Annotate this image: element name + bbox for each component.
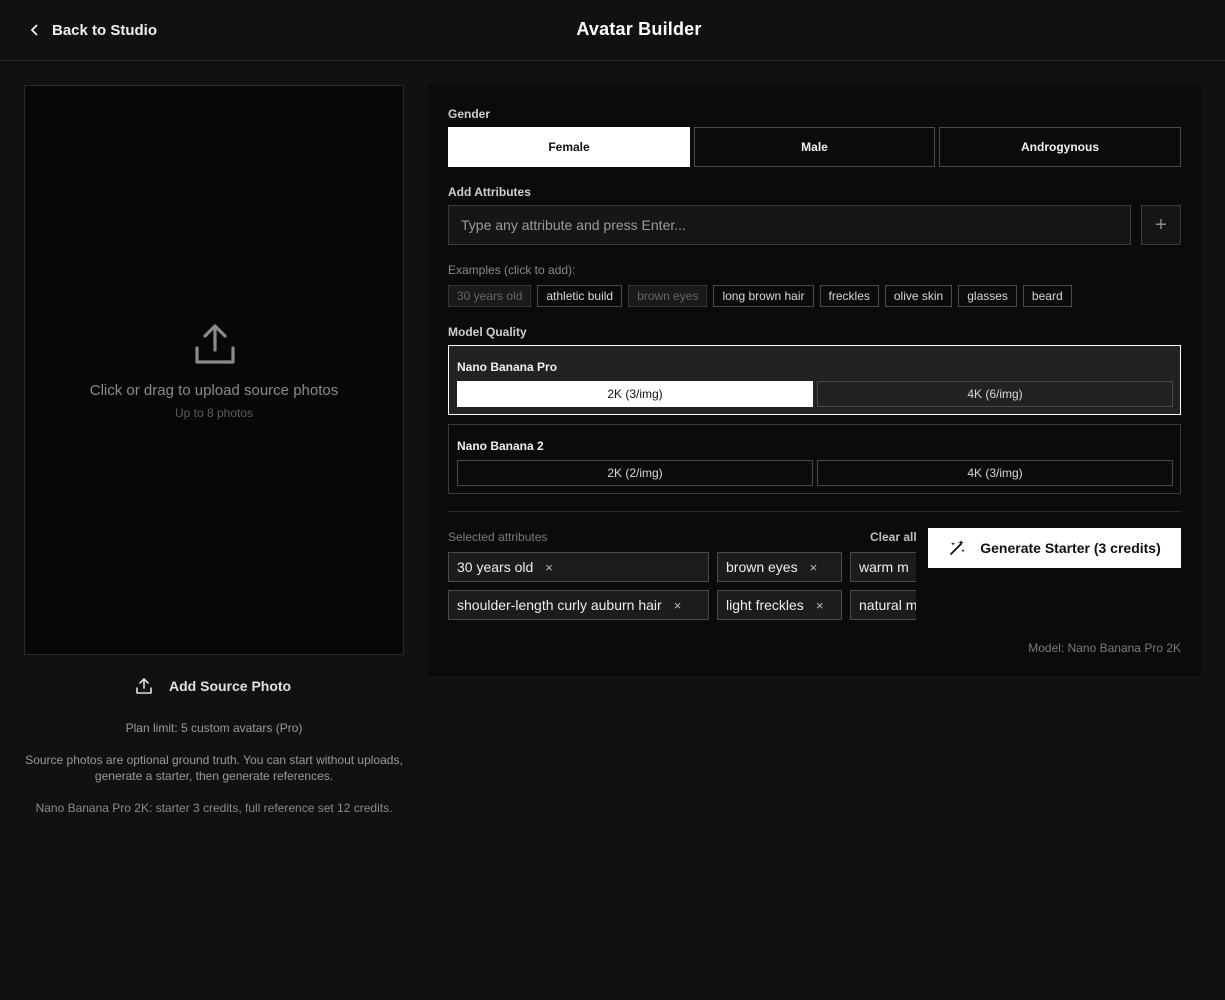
gender-option-androgynous[interactable]: Androgynous xyxy=(939,127,1181,167)
builder-panel: Gender Female Male Androgynous Add Attri… xyxy=(428,85,1201,676)
generate-label: Generate Starter (3 credits) xyxy=(980,540,1161,556)
example-chips: 30 years old athletic build brown eyes l… xyxy=(448,285,1072,307)
selected-attribute-tag: shoulder-length curly auburn hair × xyxy=(448,590,709,620)
gender-option-male[interactable]: Male xyxy=(694,127,935,167)
cost-note-text: Nano Banana Pro 2K: starter 3 credits, f… xyxy=(35,801,393,815)
gender-option-female[interactable]: Female xyxy=(448,127,690,167)
examples-label: Examples (click to add): xyxy=(448,263,576,277)
quality-option-2k[interactable]: 2K (3/img) xyxy=(457,381,813,407)
page-title: Avatar Builder xyxy=(576,19,702,39)
model-card-nano-banana-2[interactable]: Nano Banana 2 2K (2/img) 4K (3/img) xyxy=(448,424,1181,494)
gender-label: Gender xyxy=(448,107,491,121)
remove-tag-icon[interactable]: × xyxy=(810,560,818,575)
selected-attribute-tag: 30 years old × xyxy=(448,552,709,582)
add-source-photo-button[interactable]: Add Source Photo xyxy=(135,675,291,697)
model-name: Nano Banana 2 xyxy=(457,439,544,453)
plan-limit-text: Plan limit: 5 custom avatars (Pro) xyxy=(125,721,303,735)
upload-icon xyxy=(195,324,235,364)
tag-label: shoulder-length curly auburn hair xyxy=(457,597,662,613)
dropzone-title: Click or drag to upload source photos xyxy=(89,382,339,399)
model-quality-label: Model Quality xyxy=(448,325,527,339)
divider xyxy=(448,511,1181,512)
attribute-input[interactable] xyxy=(448,205,1131,245)
quality-option-4k[interactable]: 4K (6/img) xyxy=(817,381,1173,407)
remove-tag-icon[interactable]: × xyxy=(545,560,553,575)
model-card-nano-banana-pro[interactable]: Nano Banana Pro 2K (3/img) 4K (6/img) xyxy=(448,345,1181,415)
generate-starter-button[interactable]: Generate Starter (3 credits) xyxy=(928,528,1181,568)
model-note: Model: Nano Banana Pro 2K xyxy=(1028,641,1181,655)
add-source-label: Add Source Photo xyxy=(169,678,292,694)
add-attribute-button[interactable]: + xyxy=(1141,205,1181,245)
add-attributes-label: Add Attributes xyxy=(448,185,531,199)
upload-icon xyxy=(136,678,152,694)
dropzone-subtitle: Up to 8 photos xyxy=(174,406,254,420)
plus-icon: + xyxy=(1155,213,1167,236)
source-info-text: Source photos are optional ground truth.… xyxy=(25,753,403,783)
selected-attribute-tag: natural m xyxy=(850,590,916,620)
example-chip[interactable]: olive skin xyxy=(884,285,953,307)
selected-attribute-tag: brown eyes × xyxy=(717,552,842,582)
example-chip[interactable]: glasses xyxy=(958,285,1017,307)
example-chip[interactable]: athletic build xyxy=(537,285,623,307)
remove-tag-icon[interactable]: × xyxy=(816,598,824,613)
tag-label: 30 years old xyxy=(457,559,534,575)
tag-label: light freckles xyxy=(726,597,804,613)
example-chip[interactable]: beard xyxy=(1022,285,1072,307)
tag-label: brown eyes xyxy=(726,559,798,575)
selected-attributes-list: 30 years old × brown eyes × warm m shoul… xyxy=(448,552,916,622)
example-chip[interactable]: 30 years old xyxy=(448,285,532,307)
example-chip[interactable]: brown eyes xyxy=(628,285,708,307)
example-chip[interactable]: freckles xyxy=(819,285,879,307)
example-chip[interactable]: long brown hair xyxy=(713,285,814,307)
selected-attributes-label: Selected attributes xyxy=(448,530,548,544)
selected-attribute-tag: warm m xyxy=(850,552,916,582)
model-name: Nano Banana Pro xyxy=(457,360,558,374)
tag-label: natural m xyxy=(859,597,916,613)
tag-label: warm m xyxy=(859,559,909,575)
clear-all-button[interactable]: Clear all xyxy=(870,530,917,544)
upload-dropzone[interactable]: Click or drag to upload source photos Up… xyxy=(24,85,404,655)
quality-option-2k[interactable]: 2K (2/img) xyxy=(457,460,813,486)
selected-attribute-tag: light freckles × xyxy=(717,590,842,620)
remove-tag-icon[interactable]: × xyxy=(674,598,682,613)
quality-option-4k[interactable]: 4K (3/img) xyxy=(817,460,1173,486)
top-bar: Back to Studio Avatar Builder xyxy=(0,0,1225,61)
magic-wand-icon xyxy=(950,540,966,555)
